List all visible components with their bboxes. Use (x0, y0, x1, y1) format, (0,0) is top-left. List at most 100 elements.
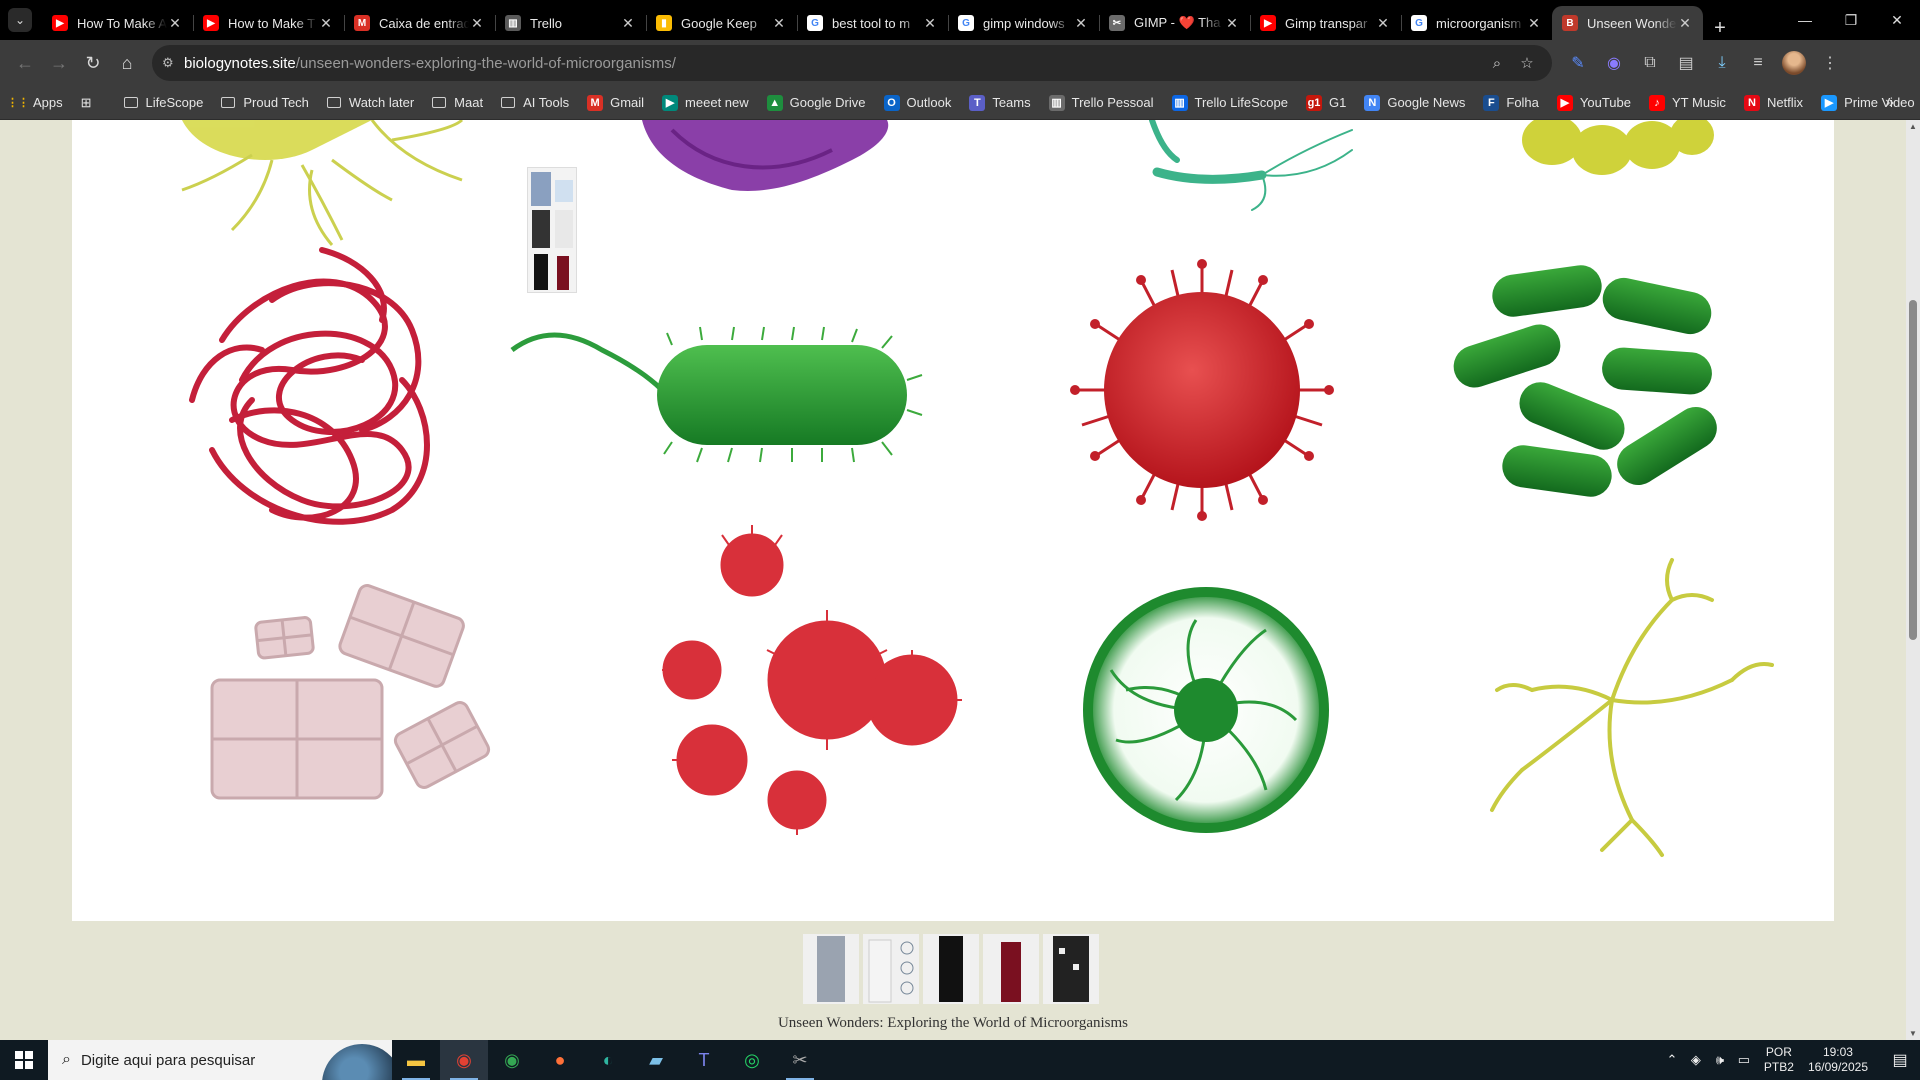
close-tab-icon[interactable]: ✕ (469, 15, 485, 32)
tab-3[interactable]: ▥ Trello ✕ (495, 6, 646, 40)
close-window-icon[interactable]: ✕ (1874, 0, 1920, 40)
tab-groups-icon[interactable]: ⊞ (81, 95, 92, 111)
bookmark-maat[interactable]: Maat (432, 95, 483, 110)
notepad-icon[interactable]: ▰ (632, 1040, 680, 1080)
tab-4[interactable]: ▮ Google Keep ✕ (646, 6, 797, 40)
ad-image-strip[interactable] (803, 934, 1103, 1004)
extension-icon[interactable]: ◉ (1596, 46, 1632, 80)
download-icon[interactable]: ⤓ (1704, 46, 1740, 80)
reload-button[interactable]: ↻ (76, 46, 110, 80)
chevron-up-icon[interactable]: ⌃ (1660, 1052, 1684, 1068)
close-tab-icon[interactable]: ✕ (1677, 15, 1693, 32)
close-tab-icon[interactable]: ✕ (620, 15, 636, 32)
close-tab-icon[interactable]: ✕ (318, 15, 334, 32)
firefox-icon[interactable]: ● (536, 1040, 584, 1080)
menu-kebab-icon[interactable]: ⋮ (1812, 46, 1848, 80)
close-tab-icon[interactable]: ✕ (167, 15, 183, 32)
close-tab-icon[interactable]: ✕ (1375, 15, 1391, 32)
more-bookmarks-icon[interactable]: » (1885, 94, 1894, 112)
tab-6[interactable]: Ggimp windows ✕ (948, 6, 1099, 40)
ad-item[interactable] (863, 934, 919, 1004)
bookmark-google-drive[interactable]: ▲ Google Drive (766, 94, 866, 111)
minimize-icon[interactable]: — (1782, 0, 1828, 40)
bookmark-g1[interactable]: g1 G1 (1305, 94, 1346, 111)
tab-search-button[interactable]: ⌄ (8, 8, 32, 32)
close-tab-icon[interactable]: ✕ (922, 15, 938, 32)
reading-mode-icon[interactable]: ▤ (1668, 46, 1704, 80)
bookmark-teams[interactable]: T Teams (969, 94, 1031, 111)
bookmark-gmail[interactable]: M Gmail (587, 94, 644, 111)
yellow-dendritic-microbe (1490, 558, 1774, 857)
tab-2[interactable]: M Caixa de entrada ✕ (344, 6, 495, 40)
tab-10[interactable]: B Unseen Wonde ✕ (1552, 6, 1703, 40)
tab-1[interactable]: ▶ How to Make T ✕ (193, 6, 344, 40)
ad-item[interactable] (983, 934, 1039, 1004)
bookmark-netflix[interactable]: N Netflix (1743, 94, 1803, 111)
bookmark-yt-music[interactable]: ♪ YT Music (1649, 94, 1726, 111)
bookmark-lifescope[interactable]: LifeScope (123, 95, 203, 110)
extensions-puzzle-icon[interactable]: ⧉ (1632, 46, 1668, 80)
bookmark-star-icon[interactable]: ☆ (1512, 54, 1542, 72)
ad-thumbnail[interactable] (527, 167, 577, 293)
ad-item[interactable] (923, 934, 979, 1004)
bookmark-trello-lifescope[interactable]: ▥ Trello LifeScope (1171, 94, 1288, 111)
clock[interactable]: 19:03 16/09/2025 (1808, 1045, 1868, 1075)
file-explorer-icon[interactable]: ▬ (392, 1040, 440, 1080)
zoom-icon[interactable]: ⌕ (1482, 55, 1512, 72)
new-tab-button[interactable]: + (1703, 17, 1737, 40)
scroll-up-icon[interactable]: ▲ (1906, 122, 1920, 131)
chrome-icon[interactable]: ◉ (440, 1040, 488, 1080)
tab-8[interactable]: ▶ Gimp transpar ✕ (1250, 6, 1401, 40)
close-tab-icon[interactable]: ✕ (1073, 15, 1089, 32)
bookmark-watch-later[interactable]: Watch later (326, 95, 414, 110)
bookmark-meeet-new[interactable]: ▶ meeet new (662, 94, 749, 111)
gimp-icon[interactable]: ✂ (776, 1040, 824, 1080)
folder-icon (501, 97, 516, 108)
bookmark-folha[interactable]: F Folha (1483, 94, 1539, 111)
whatsapp-icon[interactable]: ◎ (728, 1040, 776, 1080)
close-tab-icon[interactable]: ✕ (771, 15, 787, 32)
extension-icon[interactable]: ✎ (1560, 46, 1596, 80)
bookmark-favicon-icon: T (969, 94, 986, 111)
edge-icon[interactable]: ◐ (584, 1040, 632, 1080)
bookmark-google-news[interactable]: N Google News (1364, 94, 1465, 111)
tab-9[interactable]: Gmicroorganism ✕ (1401, 6, 1552, 40)
address-bar[interactable]: ⚙ biologynotes.site/unseen-wonders-explo… (152, 45, 1552, 81)
bookmark-ai-tools[interactable]: AI Tools (501, 95, 569, 110)
tab-5[interactable]: Gbest tool to m ✕ (797, 6, 948, 40)
scroll-down-icon[interactable]: ▼ (1906, 1029, 1920, 1038)
volume-icon[interactable]: 🕪 (1708, 1052, 1732, 1068)
bookmark-apps[interactable]: ⋮⋮ Apps (7, 95, 63, 111)
page-scrollbar[interactable]: ▲ ▼ (1906, 120, 1920, 1040)
forward-button[interactable]: → (42, 46, 76, 80)
chrome-alt-icon[interactable]: ◉ (488, 1040, 536, 1080)
close-tab-icon[interactable]: ✕ (1526, 15, 1542, 32)
taskbar-search[interactable]: ⌕ Digite aqui para pesquisar (48, 1040, 392, 1080)
close-tab-icon[interactable]: ✕ (1224, 15, 1240, 32)
bookmark-prime-video[interactable]: ▶ Prime Video (1821, 94, 1915, 111)
bookmark-trello-pessoal[interactable]: ▥ Trello Pessoal (1048, 94, 1154, 111)
home-button[interactable]: ⌂ (110, 46, 144, 80)
language-indicator[interactable]: POR PTB2 (1764, 1045, 1794, 1075)
scrollbar-thumb[interactable] (1909, 300, 1917, 640)
bookmark-favicon-icon: N (1743, 94, 1760, 111)
bookmark-outlook[interactable]: O Outlook (883, 94, 951, 111)
media-controls-icon[interactable]: ≡ (1740, 46, 1776, 80)
bookmark-proud-tech[interactable]: Proud Tech (221, 95, 309, 110)
tab-7[interactable]: ✂ GIMP - ❤️ Tha ✕ (1099, 6, 1250, 40)
bookmark-youtube[interactable]: ▶ YouTube (1556, 94, 1631, 111)
start-button[interactable] (0, 1040, 48, 1080)
tab-0[interactable]: ▶ How To Make A ✕ (42, 6, 193, 40)
display-icon[interactable]: ▭ (1732, 1052, 1756, 1068)
url-text[interactable]: biologynotes.site/unseen-wonders-explori… (184, 55, 1482, 72)
back-button[interactable]: ← (8, 46, 42, 80)
teams-icon[interactable]: T (680, 1040, 728, 1080)
ad-item[interactable] (803, 934, 859, 1004)
tab-title: GIMP - ❤️ Tha (1134, 15, 1221, 30)
ad-item[interactable] (1043, 934, 1099, 1004)
notifications-icon[interactable]: ▤ (1880, 1050, 1920, 1070)
restore-icon[interactable]: ❐ (1828, 0, 1874, 40)
network-icon[interactable]: ◈ (1684, 1052, 1708, 1068)
site-info-icon[interactable]: ⚙ (162, 55, 184, 71)
profile-avatar[interactable] (1776, 46, 1812, 80)
